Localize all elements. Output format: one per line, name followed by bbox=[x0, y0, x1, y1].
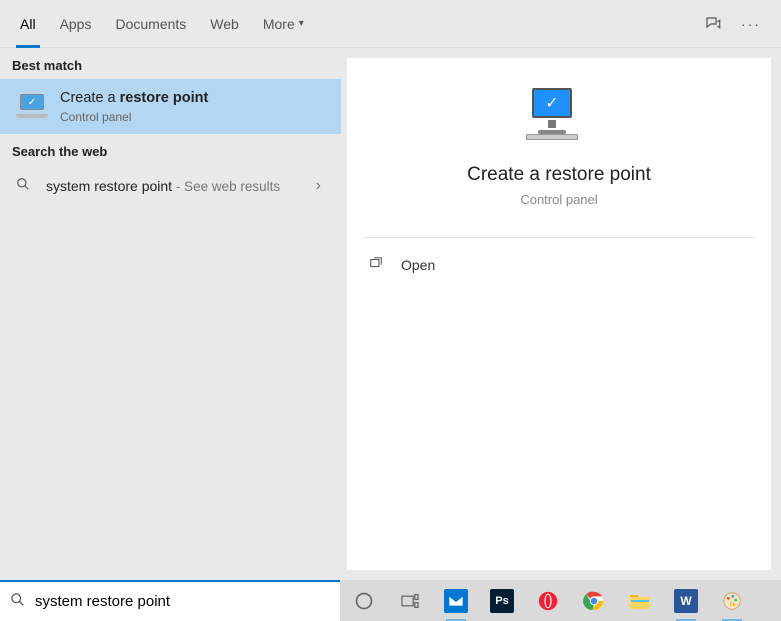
more-options-icon[interactable]: ··· bbox=[741, 14, 761, 34]
tab-web[interactable]: Web bbox=[198, 0, 251, 48]
search-icon bbox=[10, 592, 25, 611]
result-title: Create a restore point bbox=[60, 89, 325, 108]
section-search-web: Search the web bbox=[0, 134, 341, 165]
word-icon[interactable]: W bbox=[672, 587, 700, 615]
action-open-label: Open bbox=[401, 257, 435, 273]
taskbar: Ps W bbox=[340, 580, 781, 621]
section-best-match: Best match bbox=[0, 48, 341, 79]
cortana-icon[interactable] bbox=[350, 587, 378, 615]
monitor-icon: ✓ bbox=[524, 88, 594, 148]
tab-documents-label: Documents bbox=[115, 16, 186, 32]
preview-subtitle: Control panel bbox=[520, 192, 597, 207]
results-column: Best match ✓ Create a restore point Cont… bbox=[0, 48, 341, 580]
preview-hero: ✓ Create a restore point Control panel bbox=[347, 58, 771, 227]
feedback-icon[interactable] bbox=[703, 14, 723, 34]
tab-apps-label: Apps bbox=[60, 16, 92, 32]
search-bar[interactable] bbox=[0, 580, 340, 621]
chrome-icon[interactable] bbox=[580, 587, 608, 615]
result-subtitle: Control panel bbox=[60, 110, 325, 124]
search-input[interactable] bbox=[35, 593, 330, 610]
web-result-item[interactable]: system restore point - See web results › bbox=[0, 165, 341, 207]
task-view-icon[interactable] bbox=[396, 587, 424, 615]
tab-more[interactable]: More ▾ bbox=[251, 0, 316, 48]
chevron-down-icon: ▾ bbox=[299, 18, 304, 29]
search-icon bbox=[16, 177, 36, 194]
mail-app-icon[interactable] bbox=[442, 587, 470, 615]
result-text: Create a restore point Control panel bbox=[60, 89, 325, 124]
tab-all[interactable]: All bbox=[8, 0, 48, 48]
paint-icon[interactable] bbox=[718, 587, 746, 615]
file-explorer-icon[interactable] bbox=[626, 587, 654, 615]
chevron-right-icon[interactable]: › bbox=[312, 177, 325, 195]
preview-title: Create a restore point bbox=[467, 164, 651, 186]
search-body: Best match ✓ Create a restore point Cont… bbox=[0, 48, 781, 580]
tab-more-label: More bbox=[263, 16, 295, 32]
search-tabs: All Apps Documents Web More ▾ ··· bbox=[0, 0, 781, 48]
web-result-text: system restore point - See web results bbox=[46, 178, 312, 194]
open-icon bbox=[369, 256, 387, 273]
tab-documents[interactable]: Documents bbox=[103, 0, 198, 48]
windows-search-panel: All Apps Documents Web More ▾ ··· Best ma… bbox=[0, 0, 781, 580]
opera-icon[interactable] bbox=[534, 587, 562, 615]
tab-web-label: Web bbox=[210, 16, 239, 32]
photoshop-icon[interactable]: Ps bbox=[488, 587, 516, 615]
tab-all-label: All bbox=[20, 16, 36, 32]
result-create-restore-point[interactable]: ✓ Create a restore point Control panel bbox=[0, 79, 341, 134]
action-open[interactable]: Open bbox=[347, 242, 771, 287]
divider bbox=[363, 237, 755, 238]
tab-apps[interactable]: Apps bbox=[48, 0, 104, 48]
laptop-settings-icon: ✓ bbox=[16, 90, 48, 122]
preview-pane: ✓ Create a restore point Control panel O… bbox=[347, 58, 771, 570]
